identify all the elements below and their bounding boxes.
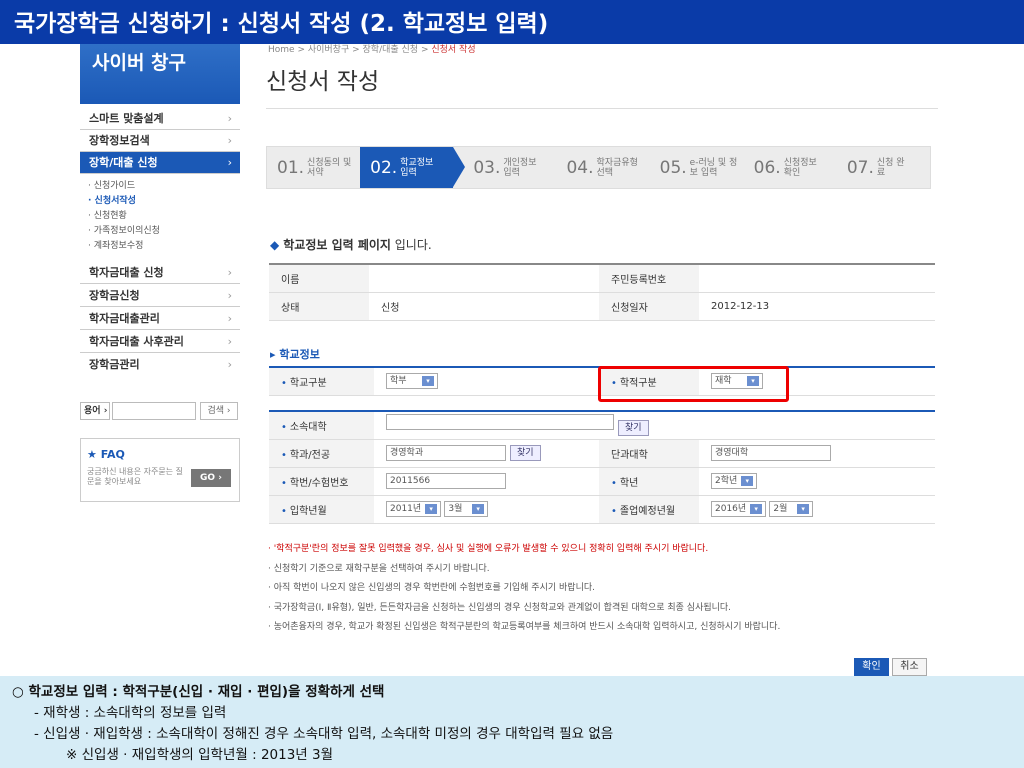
note-item: · 아직 학번이 나오지 않은 신입생의 경우 학번란에 수험번호를 기입해 주… [268, 583, 595, 593]
applicant-info-table: 이름 주민등록번호 상태 신청 신청일자 2012-12-13 [269, 263, 935, 321]
confirm-button[interactable]: 확인 [854, 658, 889, 676]
college-input[interactable]: 경영대학 [711, 445, 831, 461]
highlight-box [598, 366, 789, 402]
sidebar-item-scholarship-manage[interactable]: 장학금관리 › [80, 354, 240, 376]
term-label: 용어 › [80, 402, 110, 420]
university-search-button[interactable]: 찾기 [618, 420, 649, 437]
term-search: 용어 › 검색 › [80, 400, 240, 422]
chevron-right-icon: › [227, 134, 232, 147]
submenu-application[interactable]: · 신청서작성 [88, 196, 136, 207]
student-id-label: • 학번/수험번호 [269, 467, 374, 496]
explanation-line: - 신입생 · 재입학생 : 소속대학이 정해진 경우 소속대학 입력, 소속대… [34, 726, 614, 742]
notes-list: · '학적구분'란의 정보를 잘못 입력했을 경우, 심사 및 실행에 오류가 … [268, 540, 780, 638]
chevron-right-icon: › [227, 335, 232, 348]
submenu-account[interactable]: · 계좌정보수정 [88, 241, 143, 252]
date-label: 신청일자 [599, 292, 699, 321]
university-input[interactable] [386, 414, 614, 431]
slide-title: 국가장학금 신청하기 : 신청서 작성 (2. 학교정보 입력) [14, 11, 549, 37]
chevron-right-icon: › [227, 358, 232, 371]
name-label: 이름 [269, 264, 369, 293]
faq-description: 궁금하신 내용은 자주묻는 질문을 찾아보세요 [87, 467, 183, 486]
step-6: 06. 신청정보 확인 [753, 157, 817, 178]
chevron-right-icon: › [227, 312, 232, 325]
step-5: 05. e-러닝 및 정보 입력 [659, 157, 738, 178]
note-item: · 농어촌융자의 경우, 학교가 확정된 신입생은 학적구분란의 학교등록여부를… [268, 622, 781, 632]
sidebar-item-smart[interactable]: 스마트 맞춤설계 › [80, 108, 240, 130]
major-input[interactable]: 경영학과 [386, 445, 506, 461]
sidebar-item-loan-after[interactable]: 학자금대출 사후관리 › [80, 331, 240, 353]
progress-steps: 01. 신청동의 및 서약 02. 학교정보 입력 03. 개인정보 입력 04. 학자… [266, 146, 931, 189]
grade-select[interactable]: 2학년 ▾ [711, 473, 758, 489]
chevron-down-icon: ▾ [797, 503, 810, 514]
step-3: 03. 개인정보 입력 [473, 157, 537, 178]
slide-title-bar: 국가장학금 신청하기 : 신청서 작성 (2. 학교정보 입력) [0, 0, 1024, 44]
chevron-down-icon: ▾ [425, 503, 438, 514]
note-item: · 신청학기 기준으로 재학구분을 선택하여 주시기 바랍니다. [268, 563, 490, 574]
cancel-button[interactable]: 취소 [892, 658, 927, 676]
sidebar-item-search[interactable]: 장학정보검색 › [80, 130, 240, 152]
chevron-right-icon: › [227, 266, 232, 279]
term-search-input[interactable] [112, 402, 196, 420]
page-title: 신청서 작성 [266, 69, 380, 95]
sidebar-header-title: 사이버 창구 [92, 52, 187, 74]
college-label: 단과대학 [599, 439, 699, 468]
star-icon: ★ [87, 448, 101, 461]
term-search-button[interactable]: 검색 › [200, 402, 238, 420]
step-2-current: 02. 학교정보 입력 [360, 147, 466, 188]
sidebar-item-scholarship[interactable]: 장학금신청 › [80, 285, 240, 307]
step-4: 04. 학자금유형 선택 [566, 157, 638, 178]
sidebar-item-loan-manage[interactable]: 학자금대출관리 › [80, 308, 240, 330]
chevron-down-icon: ▾ [422, 375, 435, 386]
admission-year-select[interactable]: 2011년 ▾ [386, 501, 442, 517]
graduation-date-label: • 졸업예정년월 [599, 495, 699, 524]
rrn-value [699, 264, 935, 293]
chevron-right-icon: › [227, 112, 232, 125]
graduation-month-select[interactable]: 2월 ▾ [769, 501, 814, 517]
sidebar-item-apply[interactable]: 장학/대출 신청 › [80, 152, 240, 174]
step-1: 01. 신청동의 및 서약 [277, 157, 352, 178]
school-type-select[interactable]: 학부 ▾ [386, 373, 439, 390]
explanation-line: ※ 신입생 · 재입학생의 입학년월 : 2013년 3월 [66, 747, 334, 763]
graduation-year-select[interactable]: 2016년 ▾ [711, 501, 767, 517]
faq-go-button[interactable]: GO › [191, 469, 231, 487]
submenu-guide[interactable]: · 신청가이드 [88, 181, 135, 192]
school-info-heading: ▸ 학교정보 [270, 348, 320, 361]
explanation-heading: ○ 학교정보 입력 : 학적구분(신입 · 재입 · 편입)을 정확하게 선택 [12, 684, 385, 700]
sidebar-header: 사이버 창구 [80, 44, 240, 104]
status-value: 신청 [369, 292, 599, 321]
admission-month-select[interactable]: 3월 ▾ [444, 501, 489, 517]
explanation-box: ○ 학교정보 입력 : 학적구분(신입 · 재입 · 편입)을 정확하게 선택 … [0, 676, 1024, 768]
faq-box: ★ FAQ 궁금하신 내용은 자주묻는 질문을 찾아보세요 GO › [80, 438, 240, 502]
divider [266, 108, 938, 109]
note-item: · 국가장학금(Ⅰ, Ⅱ유형), 일반, 든든학자금을 신청하는 신입생의 경우… [268, 602, 732, 613]
status-label: 상태 [269, 292, 369, 321]
faq-title: ★ FAQ [87, 448, 125, 461]
admission-date-label: • 입학년월 [269, 495, 374, 524]
major-label: • 학과/전공 [269, 439, 374, 468]
diamond-icon: ◆ [270, 238, 280, 252]
school-type-label: • 학교구분 [269, 367, 374, 396]
university-label: • 소속대학 [269, 411, 374, 440]
chevron-right-icon: › [227, 289, 232, 302]
section-heading: ◆ 학교정보 입력 페이지 입니다. [270, 238, 432, 252]
school-detail-table: • 소속대학 찾기 • 학과/전공 경영학과 찾기 단과대학 경영대학 • 학번/수험번… [269, 410, 935, 524]
sidebar-item-loan-apply[interactable]: 학자금대출 신청 › [80, 262, 240, 284]
rrn-label: 주민등록번호 [599, 264, 699, 293]
submenu-family-objection[interactable]: · 가족정보이의신청 [88, 226, 160, 237]
breadcrumb: Home > 사이버창구 > 장학/대출 신청 > 신청서 작성 [268, 45, 476, 55]
submenu-status[interactable]: · 신청현황 [88, 211, 127, 222]
date-value: 2012-12-13 [699, 292, 935, 321]
grade-label: • 학년 [599, 467, 699, 496]
step-7: 07. 신청 완료 [846, 157, 905, 178]
name-value [369, 264, 599, 293]
chevron-down-icon: ▾ [750, 503, 763, 514]
chevron-down-icon: ▾ [741, 475, 754, 486]
note-warning: · '학적구분'란의 정보를 잘못 입력했을 경우, 심사 및 실행에 오류가 … [268, 544, 709, 554]
student-id-input[interactable]: 2011566 [386, 473, 506, 489]
chevron-down-icon: ▾ [472, 503, 485, 514]
major-search-button[interactable]: 찾기 [510, 445, 541, 461]
explanation-line: - 재학생 : 소속대학의 정보를 입력 [34, 705, 227, 721]
chevron-right-icon: › [227, 156, 232, 169]
